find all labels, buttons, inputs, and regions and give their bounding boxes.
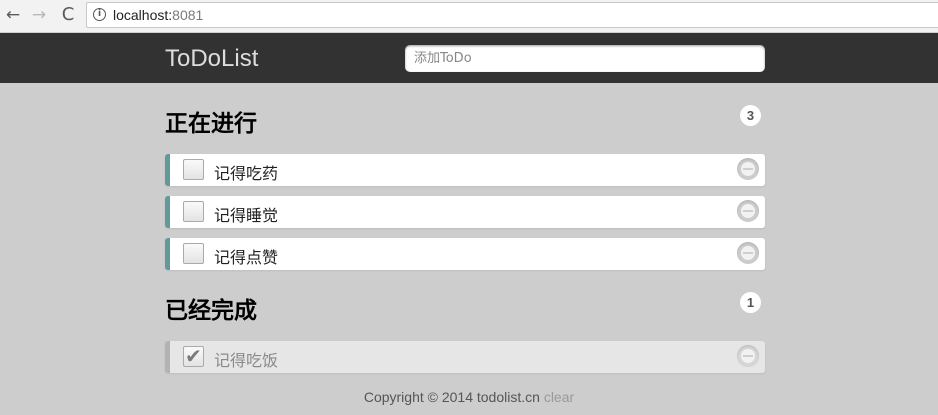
address-bar[interactable]: i localhost:8081 — [86, 2, 938, 28]
url-host: localhost: — [113, 7, 173, 23]
add-todo-input[interactable] — [405, 45, 765, 72]
todo-checkbox[interactable] — [183, 201, 204, 222]
reload-icon[interactable]: C — [57, 4, 79, 26]
url-text: localhost:8081 — [113, 7, 203, 23]
footer: Copyright © 2014 todolist.cn clear — [0, 389, 938, 405]
completed-count-badge: 1 — [740, 292, 761, 313]
copyright-text: Copyright © 2014 todolist.cn — [363, 389, 540, 405]
url-port: 8081 — [172, 7, 204, 23]
minus-icon — [743, 168, 753, 170]
minus-icon — [743, 355, 753, 357]
done-checkbox[interactable]: ✔ — [183, 344, 204, 368]
completed-title: 已经完成 — [165, 298, 257, 324]
todo-checkbox[interactable] — [183, 243, 204, 264]
todo-item-text[interactable]: 记得吃药 — [214, 160, 278, 184]
todo-item-text[interactable]: 记得睡觉 — [214, 202, 278, 226]
todo-checkbox[interactable] — [183, 159, 204, 180]
app-logo[interactable]: ToDoList — [165, 45, 258, 73]
todo-item: 记得睡觉 — [165, 196, 765, 228]
delete-icon[interactable] — [737, 158, 759, 180]
delete-icon[interactable] — [737, 242, 759, 264]
checkmark-icon: ✔ — [185, 344, 202, 368]
browser-toolbar: ← → C i localhost:8081 — [0, 0, 938, 33]
in-progress-count-badge: 3 — [740, 105, 761, 126]
forward-arrow-icon[interactable]: → — [28, 4, 50, 26]
todo-item: 记得点赞 — [165, 238, 765, 270]
delete-icon[interactable] — [737, 200, 759, 222]
clear-link[interactable]: clear — [544, 389, 574, 405]
back-arrow-icon[interactable]: ← — [2, 4, 24, 26]
todo-item-text[interactable]: 记得点赞 — [214, 244, 278, 268]
in-progress-title: 正在进行 — [165, 111, 257, 137]
done-item: ✔ 记得吃饭 — [165, 341, 765, 373]
todo-item: 记得吃药 — [165, 154, 765, 186]
minus-icon — [743, 252, 753, 254]
info-icon[interactable]: i — [93, 8, 106, 21]
app-header: ToDoList — [0, 33, 938, 83]
done-item-text[interactable]: 记得吃饭 — [214, 347, 278, 371]
delete-icon[interactable] — [737, 345, 759, 367]
minus-icon — [743, 210, 753, 212]
